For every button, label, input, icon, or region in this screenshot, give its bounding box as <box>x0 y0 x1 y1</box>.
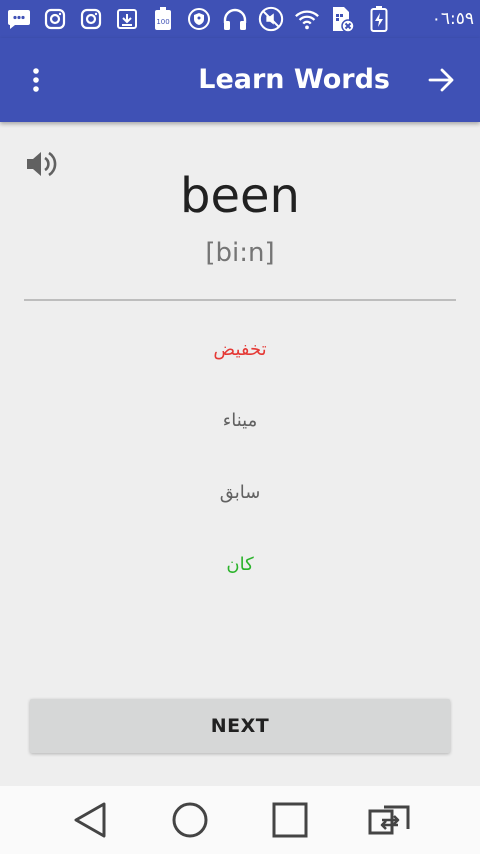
more-vert-icon[interactable] <box>22 66 50 94</box>
status-time: ٠٦:٥٩ <box>431 9 474 29</box>
app-bar: Learn Words <box>0 38 480 122</box>
battery-charging-icon <box>366 6 392 32</box>
divider <box>24 299 456 301</box>
next-button[interactable]: NEXT <box>30 699 450 753</box>
svg-text:100: 100 <box>156 18 169 26</box>
phonetic-text: [bi:n] <box>205 238 275 268</box>
status-icons: 100 <box>6 6 428 33</box>
home-circle-icon[interactable] <box>166 796 214 844</box>
answer-option[interactable]: سابق <box>140 471 340 515</box>
answer-option[interactable]: تخفيض <box>140 328 340 372</box>
sms-icon <box>6 6 32 32</box>
arrow-forward-icon[interactable] <box>426 64 458 96</box>
instagram-icon <box>42 6 68 32</box>
system-nav-bar <box>0 786 480 854</box>
sim-no-signal-icon <box>330 6 356 33</box>
word-text: been <box>180 168 300 224</box>
switch-app-icon[interactable] <box>366 796 414 844</box>
status-bar: 100 ٠٦:٥٩ <box>0 0 480 38</box>
download-icon <box>114 6 140 32</box>
headphones-icon <box>222 6 248 32</box>
vpn-shield-icon <box>186 6 212 32</box>
recents-square-icon[interactable] <box>266 796 314 844</box>
page-title: Learn Words <box>198 64 390 95</box>
wifi-icon <box>294 6 320 32</box>
battery-100-icon: 100 <box>150 6 176 32</box>
mute-icon <box>258 6 284 32</box>
answer-option[interactable]: ميناء <box>140 399 340 443</box>
back-triangle-icon[interactable] <box>66 796 114 844</box>
instagram-icon <box>78 6 104 32</box>
answer-option[interactable]: كان <box>140 543 340 587</box>
